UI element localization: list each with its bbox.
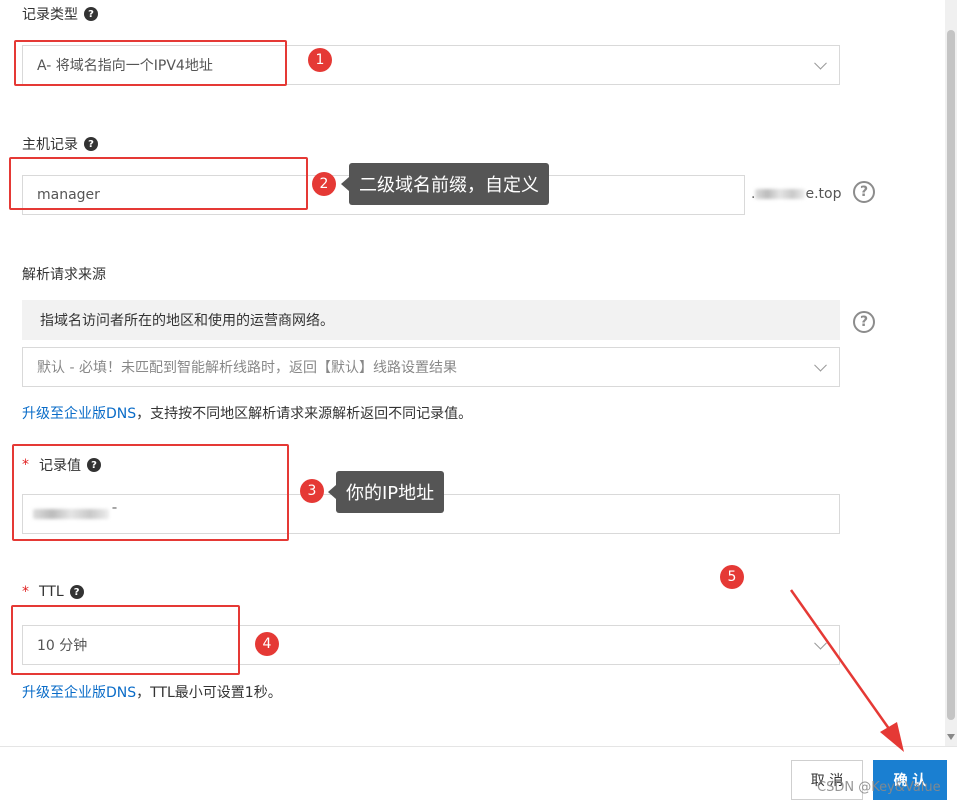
annotation-box-3 (12, 444, 289, 541)
annotation-tooltip-2: 二级域名前缀，自定义 (349, 163, 549, 205)
ttl-upgrade-note: ，TTL最小可设置1秒。 (136, 685, 282, 701)
source-upgrade-line: 升级至企业版DNS，支持按不同地区解析请求来源解析返回不同记录值。 (22, 403, 472, 423)
annotation-badge-5: 5 (720, 565, 744, 589)
upgrade-dns-link[interactable]: 升级至企业版DNS (22, 685, 136, 701)
source-line-value: 默认 - 必填！未匹配到智能解析线路时，返回【默认】线路设置结果 (37, 360, 457, 376)
source-label-text: 解析请求来源 (22, 267, 106, 283)
help-icon[interactable]: ? (84, 7, 98, 21)
annotation-badge-3: 3 (300, 479, 324, 503)
domain-suffix-end: e.top (805, 186, 842, 202)
help-icon[interactable]: ? (84, 137, 98, 151)
source-info-box: 指域名访问者所在的地区和使用的运营商网络。 (22, 300, 840, 340)
annotation-badge-2: 2 (312, 172, 336, 196)
annotation-badge-1: 1 (308, 48, 332, 72)
host-record-label-text: 主机记录 (22, 137, 78, 153)
ttl-upgrade-line: 升级至企业版DNS，TTL最小可设置1秒。 (22, 682, 282, 702)
help-circle-icon[interactable]: ? (853, 311, 875, 333)
scrollbar-thumb[interactable] (947, 30, 955, 720)
chevron-down-icon (814, 358, 827, 372)
source-label: 解析请求来源 (22, 264, 106, 284)
upgrade-dns-link[interactable]: 升级至企业版DNS (22, 406, 136, 422)
annotation-tooltip-2-text: 二级域名前缀，自定义 (359, 175, 539, 196)
scrollbar[interactable] (945, 0, 957, 746)
record-type-label: 记录类型 ? (22, 4, 98, 24)
record-type-label-text: 记录类型 (22, 7, 78, 23)
ttl-label-text: TTL (39, 584, 64, 600)
annotation-box-4 (11, 605, 240, 675)
host-record-label: 主机记录 ? (22, 134, 98, 154)
source-line-select[interactable]: 默认 - 必填！未匹配到智能解析线路时，返回【默认】线路设置结果 (22, 347, 840, 387)
chevron-down-icon (814, 56, 827, 70)
help-icon[interactable]: ? (69, 585, 84, 599)
scroll-down-icon[interactable] (947, 734, 955, 740)
source-info-text: 指域名访问者所在的地区和使用的运营商网络。 (40, 313, 334, 329)
watermark: CSDN @Key&Value (817, 780, 941, 795)
source-upgrade-note: ，支持按不同地区解析请求来源解析返回不同记录值。 (136, 406, 473, 422)
help-circle-icon[interactable]: ? (853, 181, 875, 203)
domain-suffix: . e.top (751, 186, 841, 202)
annotation-box-2 (9, 157, 308, 210)
required-star: * (22, 584, 29, 600)
ttl-label: * TTL ? (22, 584, 84, 600)
blurred-domain (755, 189, 806, 199)
chevron-down-icon (814, 636, 827, 650)
annotation-badge-4: 4 (255, 632, 279, 656)
annotation-tooltip-3-text: 你的IP地址 (346, 483, 435, 504)
annotation-tooltip-3: 你的IP地址 (336, 471, 445, 513)
annotation-box-1 (14, 40, 287, 86)
